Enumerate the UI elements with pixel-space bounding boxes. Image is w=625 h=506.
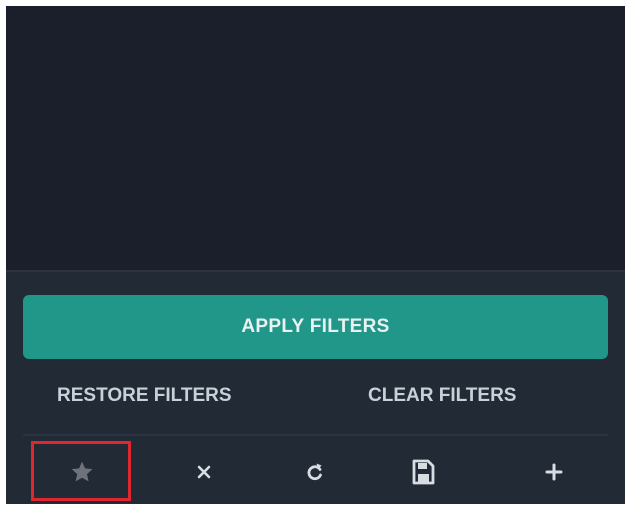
refresh-button[interactable] — [270, 437, 360, 506]
plus-icon — [545, 463, 563, 480]
apply-filters-button[interactable]: APPLY FILTERS — [23, 295, 608, 359]
star-icon — [71, 461, 93, 481]
app-window: APPLY FILTERS RESTORE FILTERS CLEAR FILT… — [6, 6, 625, 504]
content-area — [6, 6, 625, 270]
filter-toolbar — [23, 437, 608, 506]
favorite-button[interactable] — [37, 437, 127, 506]
apply-filters-label: APPLY FILTERS — [241, 316, 390, 337]
toolbar-divider — [23, 434, 608, 436]
refresh-icon — [307, 463, 322, 480]
add-button[interactable] — [509, 437, 599, 506]
clear-filters-button[interactable]: CLEAR FILTERS — [368, 376, 516, 416]
save-button[interactable] — [378, 437, 468, 506]
close-icon — [197, 465, 211, 478]
filter-panel: APPLY FILTERS RESTORE FILTERS CLEAR FILT… — [6, 270, 625, 504]
remove-button[interactable] — [159, 437, 249, 506]
restore-filters-button[interactable]: RESTORE FILTERS — [57, 376, 232, 416]
clear-filters-label: CLEAR FILTERS — [368, 385, 517, 406]
restore-filters-label: RESTORE FILTERS — [57, 385, 232, 406]
save-icon — [412, 459, 435, 484]
